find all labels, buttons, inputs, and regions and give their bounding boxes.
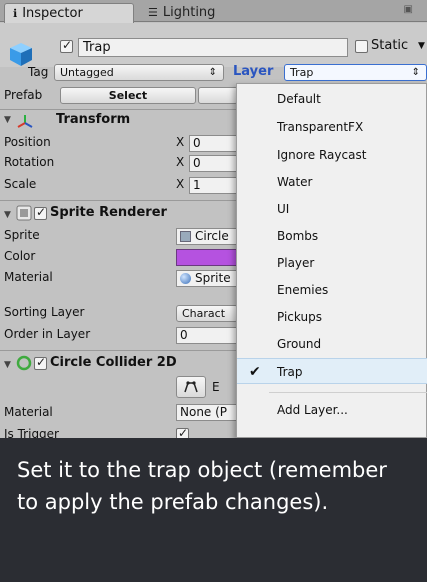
tab-inspector-label: Inspector (22, 6, 83, 21)
material-sphere-icon (180, 273, 191, 284)
tag-label: Tag (28, 65, 49, 79)
sprite-label: Sprite (4, 228, 40, 242)
transform-icon (17, 115, 33, 128)
order-in-layer-input[interactable]: 0 (176, 327, 238, 344)
layer-menu-item-label: Ignore Raycast (277, 148, 367, 162)
material-value: Sprite (195, 271, 231, 285)
tab-lighting-label: Lighting (162, 5, 216, 20)
transform-title: Transform (56, 112, 131, 127)
position-label: Position (4, 135, 51, 149)
sprite-renderer-foldout-icon[interactable]: ▼ (4, 210, 11, 220)
scale-x-input[interactable]: 1 (189, 177, 239, 194)
layer-menu-item-trap[interactable]: ✔ Trap (237, 358, 427, 384)
tag-value: Untagged (60, 66, 114, 79)
layer-menu-item-ground[interactable]: Ground (237, 331, 427, 357)
add-layer-label: Add Layer... (277, 403, 348, 417)
layer-dropdown-menu: Default TransparentFX Ignore Raycast Wat… (236, 83, 427, 438)
scale-label: Scale (4, 177, 37, 191)
order-in-layer-label: Order in Layer (4, 327, 91, 341)
layer-menu-item-ui[interactable]: UI (237, 196, 427, 222)
layer-menu-item-enemies[interactable]: Enemies (237, 277, 427, 303)
layer-menu-item-label: Default (277, 92, 321, 106)
layer-menu-item-pickups[interactable]: Pickups (237, 304, 427, 330)
circle-collider-title: Circle Collider 2D (50, 355, 177, 370)
rotation-label: Rotation (4, 155, 55, 169)
prefab-label: Prefab (4, 88, 43, 102)
layer-menu-item-water[interactable]: Water (237, 169, 427, 195)
layer-menu-item-bombs[interactable]: Bombs (237, 223, 427, 249)
layer-menu-item-transparentfx[interactable]: TransparentFX (237, 114, 427, 140)
collider-material-label: Material (4, 405, 53, 419)
sprite-renderer-icon (16, 205, 32, 221)
layer-menu-item-player[interactable]: Player (237, 250, 427, 276)
rotation-x-input[interactable]: 0 (189, 155, 239, 172)
circle-collider-enabled-checkbox[interactable] (34, 355, 47, 370)
transform-foldout-icon[interactable]: ▼ (4, 115, 11, 125)
position-x-input[interactable]: 0 (189, 135, 239, 152)
circle-collider-icon (16, 355, 32, 371)
object-name-input[interactable]: Trap (78, 38, 348, 57)
layer-menu-item-default[interactable]: Default (237, 86, 427, 112)
scale-x-label: X (176, 177, 185, 191)
tag-dropdown[interactable]: Untagged ⇕ (54, 64, 224, 81)
layer-menu-item-ignore-raycast[interactable]: Ignore Raycast (237, 142, 427, 168)
sprite-value: Circle (195, 229, 229, 243)
object-header: Trap Static ▼ (0, 23, 427, 67)
position-x-label: X (176, 135, 185, 149)
layer-menu-item-label: Bombs (277, 229, 319, 243)
layer-menu-item-label: UI (277, 202, 290, 216)
sprite-field[interactable]: Circle (176, 228, 238, 245)
collider-material-field[interactable]: None (P (176, 404, 238, 421)
static-checkbox[interactable] (355, 40, 368, 53)
edit-collider-button[interactable] (176, 376, 206, 398)
material-label: Material (4, 270, 53, 284)
layer-menu-item-label: Pickups (277, 310, 322, 324)
rotation-x-label: X (176, 155, 185, 169)
tab-strip: ℹ︎ Inspector ☰ Lighting ▣ (0, 0, 427, 23)
prefab-revert-button[interactable] (198, 87, 238, 104)
layer-dropdown-arrow-icon: ⇕ (411, 67, 420, 78)
layer-value: Trap (290, 66, 314, 79)
menu-separator (269, 392, 427, 393)
layer-dropdown[interactable]: Trap ⇕ (284, 64, 427, 81)
tab-inspector[interactable]: ℹ︎ Inspector (4, 3, 134, 23)
info-icon: ℹ︎ (13, 7, 18, 20)
prefab-select-button[interactable]: Select (60, 87, 196, 104)
tab-lighting[interactable]: ☰ Lighting (140, 3, 250, 23)
static-label: Static (371, 38, 409, 53)
caption-bar: Set it to the trap object (remember to a… (0, 438, 427, 582)
sprite-asset-icon (180, 231, 191, 242)
tag-dropdown-arrow-icon: ⇕ (208, 67, 217, 78)
caption-text: Set it to the trap object (remember to a… (17, 458, 387, 514)
layer-menu-item-label: TransparentFX (277, 120, 364, 134)
sorting-layer-label: Sorting Layer (4, 305, 85, 319)
color-label: Color (4, 249, 36, 263)
layer-menu-add-layer[interactable]: Add Layer... (237, 397, 427, 423)
circle-collider-foldout-icon[interactable]: ▼ (4, 360, 11, 370)
layer-menu-item-label: Ground (277, 337, 322, 351)
color-swatch[interactable] (176, 249, 238, 266)
edit-collider-icon (184, 381, 198, 393)
material-field[interactable]: Sprite (176, 270, 238, 287)
sorting-layer-value: Charact (182, 307, 226, 320)
static-dropdown-arrow-icon[interactable]: ▼ (418, 41, 425, 51)
lighting-icon: ☰ (148, 6, 158, 19)
lock-icon[interactable]: ▣ (404, 4, 413, 15)
sprite-renderer-enabled-checkbox[interactable] (34, 205, 47, 220)
sprite-renderer-title: Sprite Renderer (50, 205, 167, 220)
object-active-checkbox[interactable] (60, 38, 73, 53)
layer-menu-item-label: Enemies (277, 283, 329, 297)
layer-menu-item-label: Water (277, 175, 313, 189)
layer-menu-item-label: Trap (277, 365, 303, 379)
layer-label: Layer (233, 64, 274, 79)
layer-menu-item-label: Player (277, 256, 315, 270)
edit-collider-label: E (212, 380, 220, 394)
checkmark-icon: ✔ (249, 364, 261, 380)
sorting-layer-dropdown[interactable]: Charact (176, 305, 238, 322)
